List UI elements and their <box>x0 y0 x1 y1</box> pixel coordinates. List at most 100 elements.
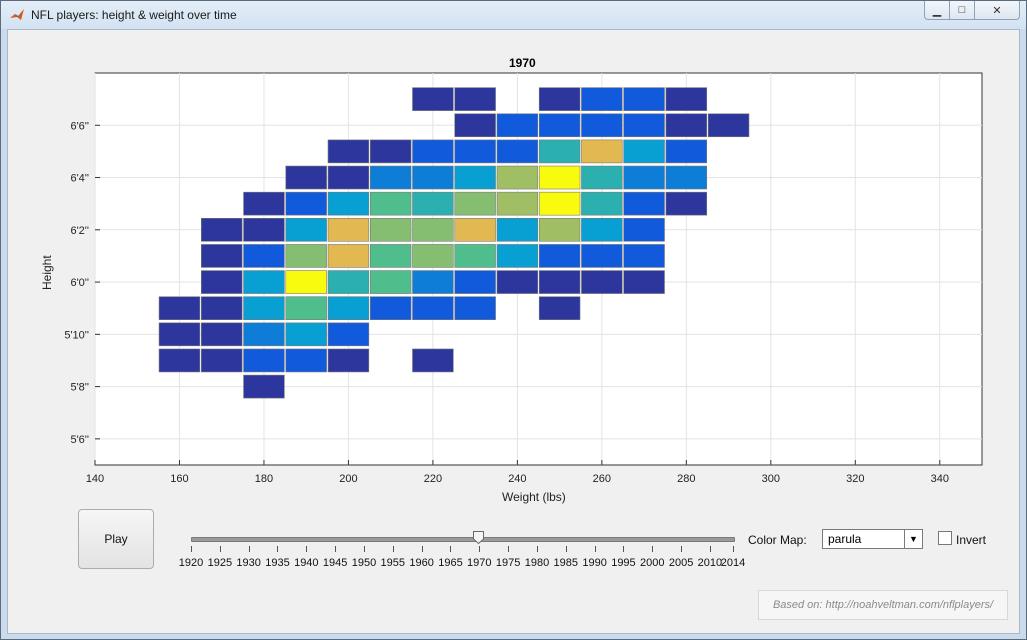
heatmap-cell <box>327 270 370 294</box>
heatmap-cell <box>623 165 665 190</box>
heatmap-cell <box>327 296 370 320</box>
slider-tick-label: 1935 <box>265 557 290 569</box>
heatmap-cell <box>454 139 496 164</box>
y-tick-label: 5'6'' <box>70 434 89 446</box>
slider-tick <box>306 546 308 552</box>
heatmap-cell <box>285 218 327 242</box>
chart-title: 1970 <box>509 56 536 70</box>
heatmap-cell <box>285 348 327 373</box>
slider-tick <box>536 546 538 552</box>
invert-label: Invert <box>956 533 987 547</box>
heatmap-cell <box>201 244 243 268</box>
slider-tick-label: 1955 <box>380 557 406 569</box>
heatmap-cell <box>412 165 454 190</box>
heatmap-cell <box>581 270 623 294</box>
slider-tick <box>363 546 365 552</box>
heatmap-cell <box>412 139 454 164</box>
heatmap-cell <box>243 322 285 347</box>
play-button[interactable]: Play <box>78 509 154 569</box>
heatmap-cell <box>158 296 201 320</box>
year-slider-thumb[interactable] <box>473 531 484 544</box>
x-tick-label: 160 <box>170 473 188 485</box>
heatmap-cell <box>201 218 243 242</box>
slider-tick <box>392 546 394 552</box>
slider-tick <box>450 546 452 552</box>
x-tick-label: 220 <box>424 473 442 485</box>
slider-tick-label: 1970 <box>467 557 492 569</box>
heatmap-cell <box>707 113 750 138</box>
dropdown-arrow-icon[interactable]: ▼ <box>904 530 922 548</box>
heatmap-cell <box>369 218 412 242</box>
colormap-select-value: parula <box>828 532 862 546</box>
slider-tick <box>191 546 192 552</box>
heatmap-cell <box>538 296 581 320</box>
slider-tick <box>277 546 279 552</box>
heatmap-cell <box>412 191 454 216</box>
heatmap-cell <box>243 244 285 268</box>
heatmap-cell <box>158 348 201 373</box>
heatmap-cell <box>285 191 327 216</box>
slider-tick-label: 2005 <box>668 557 694 569</box>
colormap-select[interactable]: parula ▼ <box>822 529 923 549</box>
slider-tick-label: 1940 <box>294 557 319 569</box>
colormap-label: Color Map: <box>748 533 807 547</box>
slider-tick <box>248 546 250 552</box>
heatmap-cell <box>454 218 496 242</box>
heatmap-cell <box>327 139 370 164</box>
y-axis-label: Height <box>40 255 54 290</box>
heatmap-cell <box>412 218 454 242</box>
heatmap-cell <box>496 139 539 164</box>
heatmap-cell <box>454 113 496 138</box>
heatmap-cell <box>454 165 496 190</box>
heatmap-cell <box>538 87 581 111</box>
slider-tick <box>594 546 596 552</box>
slider-tick-label: 1985 <box>553 557 579 569</box>
heatmap-cell <box>285 322 327 347</box>
heatmap-cell <box>581 139 623 164</box>
heatmap-cell <box>327 191 370 216</box>
heatmap-cell <box>412 244 454 268</box>
heatmap-cell <box>243 191 285 216</box>
heatmap-cell <box>412 87 454 111</box>
heatmap-cell <box>623 139 665 164</box>
heatmap-cell <box>581 218 623 242</box>
heatmap-cell <box>201 348 243 373</box>
year-slider-track[interactable] <box>191 537 735 542</box>
y-tick-label: 6'4'' <box>70 173 89 185</box>
heatmap-cell <box>665 165 708 190</box>
heatmap-cell <box>158 322 201 347</box>
heatmap-cell <box>623 191 665 216</box>
x-axis-label: Weight (lbs) <box>502 490 566 504</box>
slider-tick <box>219 546 221 552</box>
x-tick-label: 180 <box>255 473 273 485</box>
heatmap-cell <box>243 218 285 242</box>
heatmap-cell <box>496 165 539 190</box>
y-tick-label: 6'0'' <box>70 277 89 289</box>
slider-tick <box>479 546 481 552</box>
slider-tick-label: 1920 <box>178 557 204 569</box>
y-tick-label: 5'10'' <box>64 329 89 341</box>
heatmap-cell <box>581 191 623 216</box>
invert-checkbox[interactable] <box>938 531 952 545</box>
slider-tick-label: 1980 <box>524 557 550 569</box>
heatmap-cell <box>623 218 665 242</box>
plot-area <box>94 72 983 466</box>
heatmap-cell <box>327 244 370 268</box>
heatmap-cell <box>665 139 708 164</box>
heatmap-cell <box>369 139 412 164</box>
slider-tick <box>623 546 625 552</box>
slider-tick <box>421 546 423 552</box>
slider-tick-label: 1950 <box>351 557 377 569</box>
slider-tick-label: 1965 <box>438 557 463 569</box>
heatmap-cell <box>285 165 327 190</box>
heatmap-cell <box>665 113 708 138</box>
slider-tick-label: 1930 <box>236 557 261 569</box>
heatmap-cell <box>538 218 581 242</box>
heatmap-cell <box>369 244 412 268</box>
heatmap-cell <box>201 296 243 320</box>
heatmap-cell <box>327 348 370 373</box>
heatmap-cell <box>538 270 581 294</box>
heatmap-cell <box>327 322 370 347</box>
heatmap-cell <box>243 348 285 373</box>
heatmap-cell <box>201 270 243 294</box>
